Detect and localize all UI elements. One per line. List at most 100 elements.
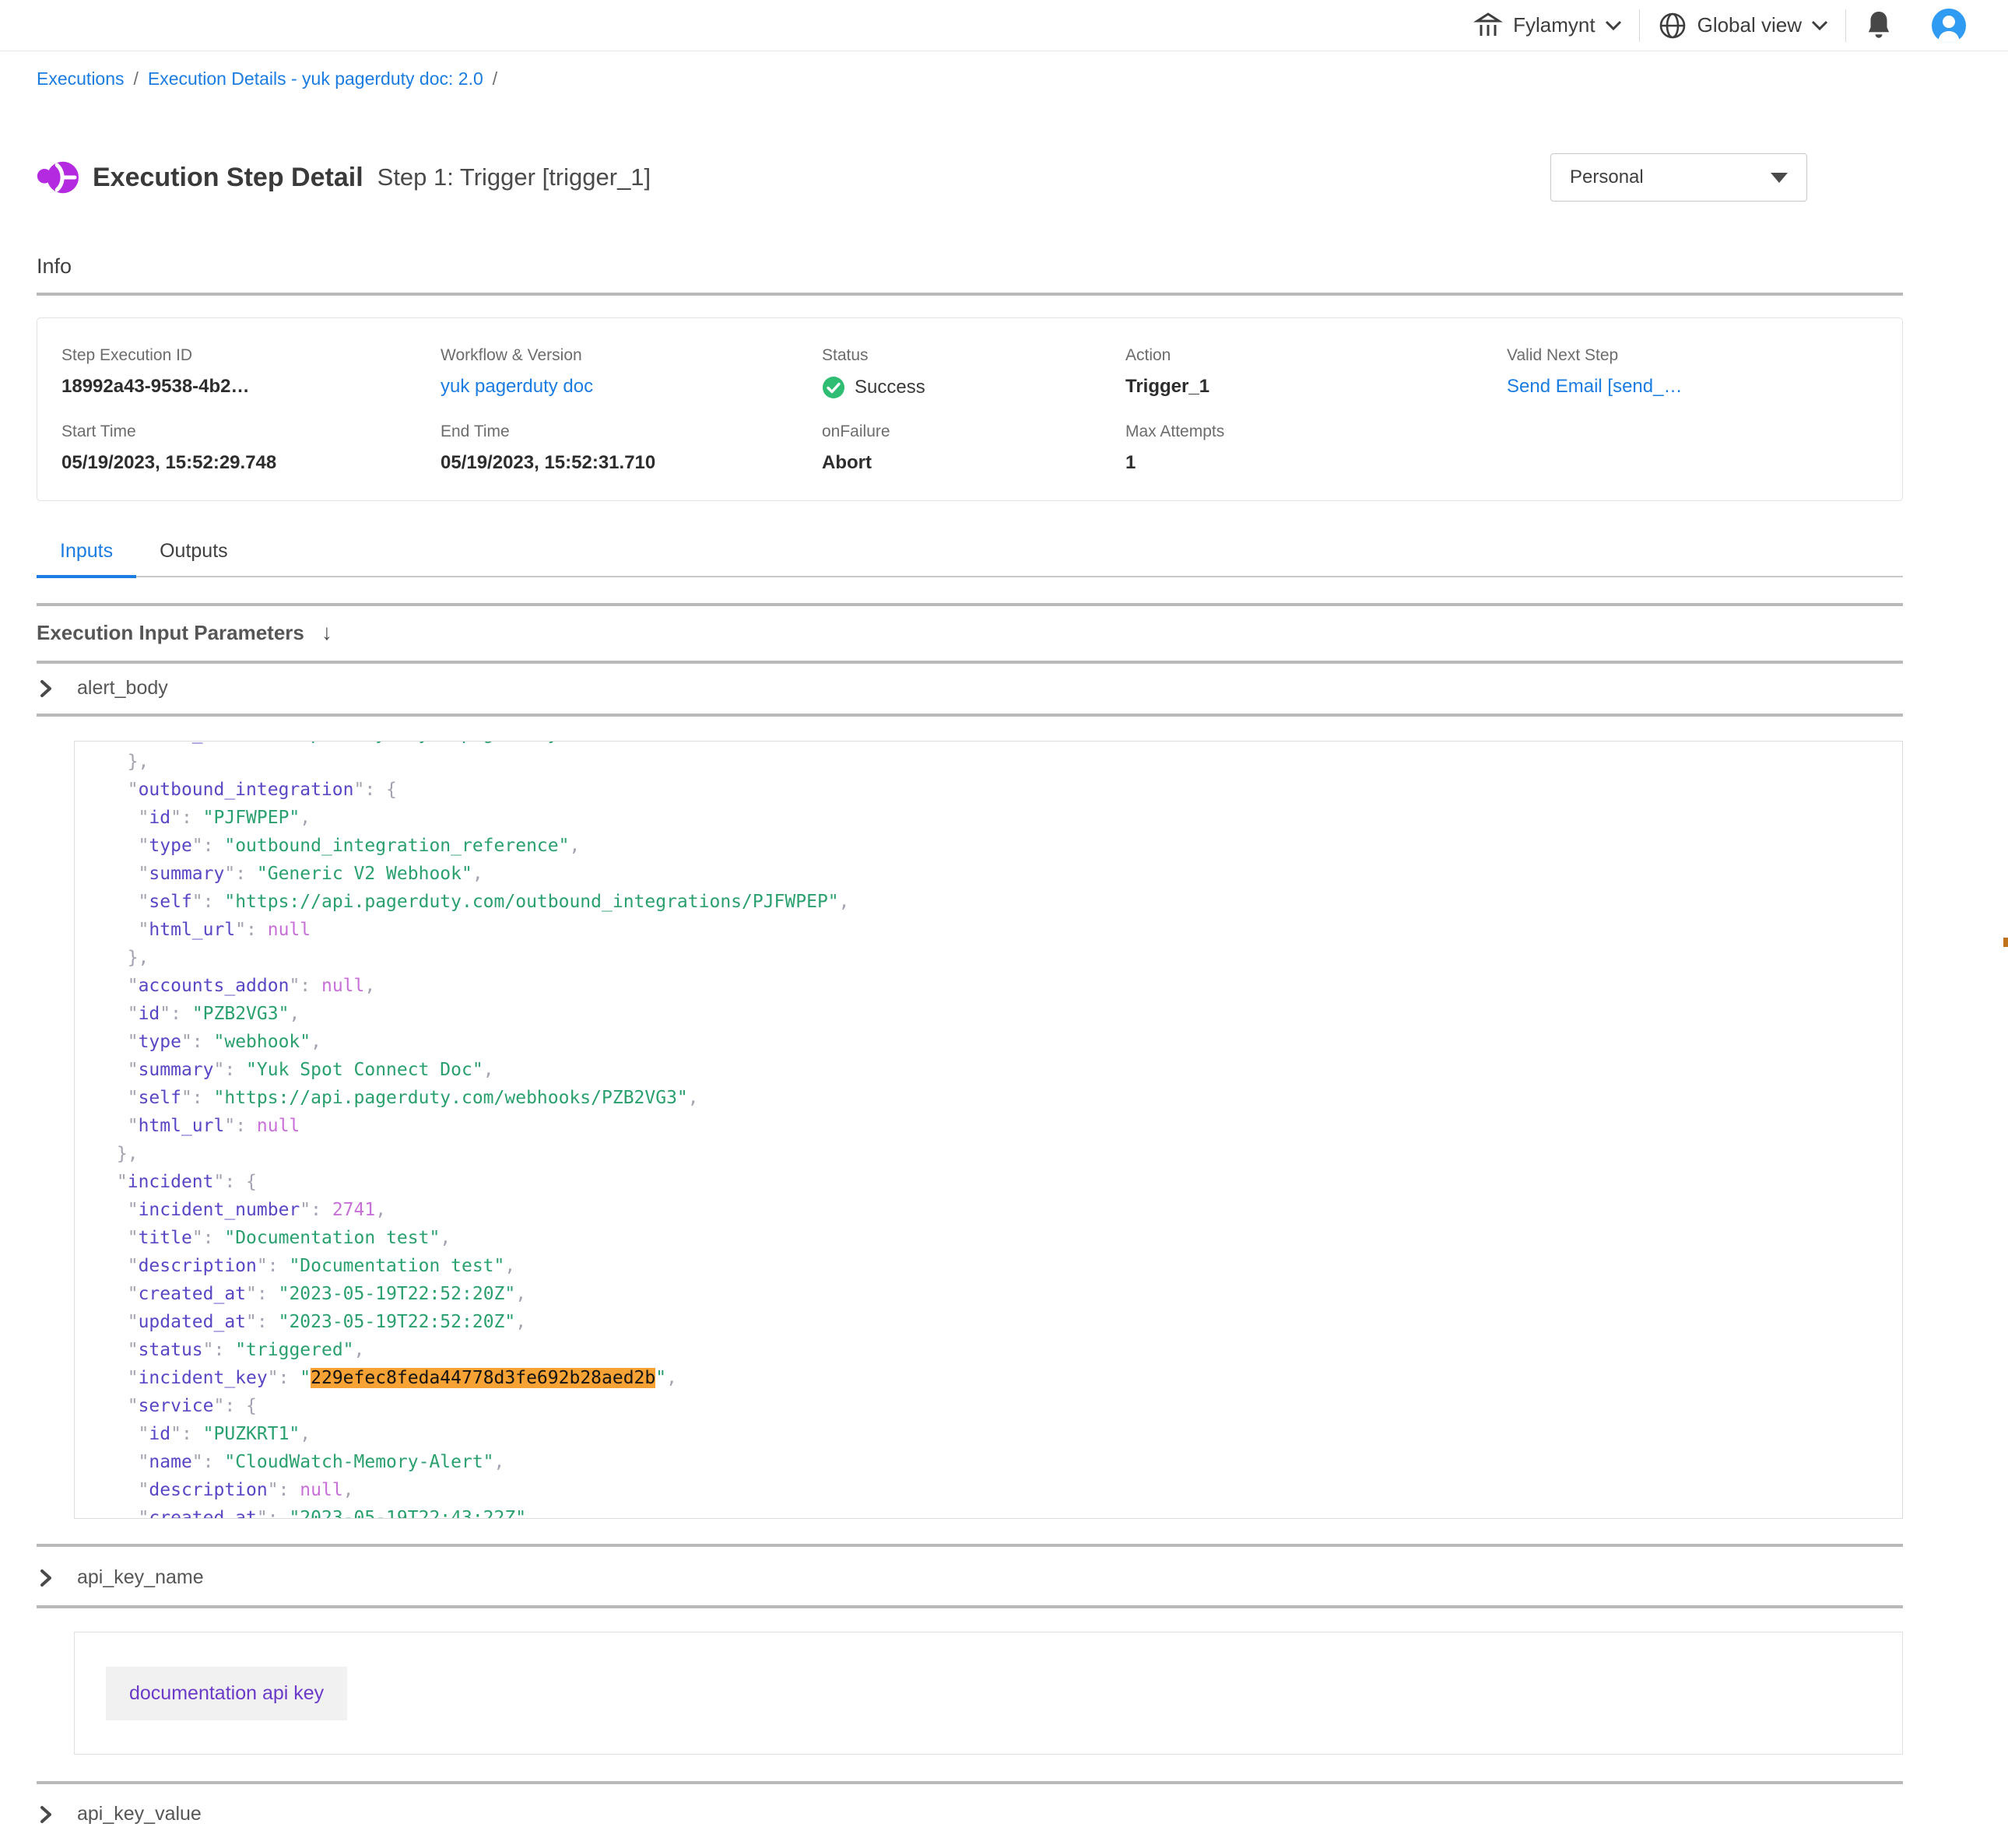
code-line: "updated_at": "2023-05-19T22:52:20Z", (106, 1308, 1902, 1336)
org-menu[interactable]: Fylamynt (1455, 11, 1638, 40)
code-line: "id": "PJFWPEP", (106, 804, 1902, 832)
chevron-right-icon (37, 678, 55, 700)
globe-icon (1657, 10, 1688, 41)
code-line: }, (106, 1140, 1902, 1168)
tabs-bar: Inputs Outputs (37, 529, 1903, 577)
param-section-api-key-name[interactable]: api_key_name (37, 1566, 1903, 1589)
tab-outputs[interactable]: Outputs (136, 529, 251, 576)
code-line: "description": "Documentation test", (106, 1252, 1902, 1280)
api-key-name-chip: documentation api key (106, 1667, 347, 1720)
section-divider (37, 1781, 1903, 1784)
page-title: Execution Step Detail (93, 163, 363, 193)
code-line: "name": "CloudWatch-Memory-Alert", (106, 1448, 1902, 1476)
info-field-label: onFailure (822, 423, 1125, 441)
param-section-label: api_key_value (77, 1803, 202, 1825)
info-field: Valid Next Step Send Email [send_… (1507, 346, 1878, 399)
success-check-icon (822, 376, 845, 399)
code-line: "type": "outbound_integration_reference"… (106, 832, 1902, 860)
avatar-icon (1930, 7, 1968, 44)
info-field-value: 18992a43-9538-4b2… (61, 376, 441, 398)
info-field-value: Success (822, 376, 1125, 399)
section-divider (37, 603, 1903, 606)
param-section-label: alert_body (77, 677, 168, 700)
code-line: "self": "https://api.pagerduty.com/outbo… (106, 888, 1902, 916)
info-field: Max Attempts1 (1125, 423, 1507, 474)
info-field (1507, 423, 1878, 474)
info-field-label: End Time (441, 423, 822, 441)
workflow-step-icon (37, 156, 79, 198)
account-button[interactable] (1911, 7, 1986, 44)
info-field-value: yuk pagerduty doc (441, 376, 822, 398)
chevron-right-icon (37, 1567, 55, 1589)
code-line: }, (106, 944, 1902, 972)
code-line: "html_url": "https://fylamynt.pagerduty.… (106, 741, 1902, 748)
execution-input-parameters-title: Execution Input Parameters (37, 621, 304, 645)
code-line: "html_url": null (106, 1112, 1902, 1140)
section-divider (37, 1605, 1903, 1608)
code-line: "outbound_integration": { (106, 776, 1902, 804)
scope-select[interactable]: Personal (1550, 153, 1807, 202)
select-caret-icon (1771, 173, 1788, 183)
main-content: Executions / Execution Details - yuk pager… (0, 68, 2008, 1825)
info-field-value: Send Email [send_… (1507, 376, 1878, 398)
section-divider (37, 661, 1903, 664)
info-grid: Step Execution ID 18992a43-9538-4b2…Workf… (61, 346, 1878, 474)
info-field: Step Execution ID 18992a43-9538-4b2… (61, 346, 441, 399)
info-field-label: Max Attempts (1125, 423, 1507, 441)
section-divider (37, 1544, 1903, 1547)
breadcrumb-separator: / (493, 68, 497, 89)
org-menu-label: Fylamynt (1513, 13, 1595, 37)
param-section-label: api_key_name (77, 1566, 204, 1589)
download-icon[interactable]: ↓ (321, 620, 332, 645)
info-field-link[interactable]: Send Email [send_… (1507, 376, 1682, 397)
page-header: Execution Step Detail Step 1: Trigger [t… (37, 153, 1903, 202)
info-field: End Time05/19/2023, 15:52:31.710 (441, 423, 822, 474)
code-line: "description": null, (106, 1476, 1902, 1504)
param-section-alert-body[interactable]: alert_body (37, 677, 1903, 700)
top-navigation-bar: Fylamynt Global view (0, 0, 2008, 51)
code-line: "incident": { (106, 1168, 1902, 1196)
breadcrumb-separator: / (134, 68, 139, 89)
status-badge: Success (855, 377, 925, 398)
breadcrumb: Executions / Execution Details - yuk pager… (37, 68, 1903, 89)
param-section-api-key-value[interactable]: api_key_value (37, 1803, 1903, 1825)
api-key-name-value-box: documentation api key (74, 1632, 1903, 1755)
view-menu-label: Global view (1697, 13, 1802, 37)
code-line: }, (106, 748, 1902, 776)
info-field-label: Valid Next Step (1507, 346, 1878, 365)
chevron-down-icon (1811, 20, 1828, 31)
code-line: "incident_key": "229efec8feda44778d3fe69… (106, 1364, 1902, 1392)
breadcrumb-link[interactable]: Executions (37, 68, 125, 89)
view-menu[interactable]: Global view (1640, 10, 1845, 41)
info-field-label: Status (822, 346, 1125, 365)
info-field-value: 05/19/2023, 15:52:29.748 (61, 452, 441, 474)
breadcrumb-link[interactable]: Execution Details - yuk pagerduty doc: 2… (148, 68, 483, 89)
code-line: "incident_number": 2741, (106, 1196, 1902, 1224)
tab-inputs[interactable]: Inputs (37, 529, 136, 578)
institution-icon (1473, 11, 1504, 40)
code-line: "summary": "Yuk Spot Connect Doc", (106, 1056, 1902, 1084)
info-field-link[interactable]: yuk pagerduty doc (441, 376, 593, 397)
info-card: Step Execution ID 18992a43-9538-4b2…Workf… (37, 317, 1903, 501)
code-line: "title": "Documentation test", (106, 1224, 1902, 1252)
notifications-button[interactable] (1846, 9, 1911, 42)
section-divider (37, 293, 1903, 296)
info-field-label: Step Execution ID (61, 346, 441, 365)
code-line: "html_url": null (106, 916, 1902, 944)
code-line: "summary": "Generic V2 Webhook", (106, 860, 1902, 888)
code-line: "service": { (106, 1392, 1902, 1420)
search-highlight: 229efec8feda44778d3fe692b28aed2b (311, 1368, 655, 1388)
info-field: Status Success (822, 346, 1125, 399)
code-line: "created_at": "2023-05-19T22:52:20Z", (106, 1280, 1902, 1308)
json-code-content: "html_url": "https://fylamynt.pagerduty.… (75, 741, 1902, 1519)
json-code-viewer[interactable]: "html_url": "https://fylamynt.pagerduty.… (74, 741, 1903, 1519)
code-line: "status": "triggered", (106, 1336, 1902, 1364)
info-field-value: Abort (822, 452, 1125, 474)
info-field: Workflow & Versionyuk pagerduty doc (441, 346, 822, 399)
code-line: "accounts_addon": null, (106, 972, 1902, 1000)
code-line: "type": "webhook", (106, 1028, 1902, 1056)
section-divider (37, 714, 1903, 717)
chevron-down-icon (1605, 20, 1622, 31)
bell-icon (1865, 9, 1893, 42)
chevron-right-icon (37, 1804, 55, 1825)
